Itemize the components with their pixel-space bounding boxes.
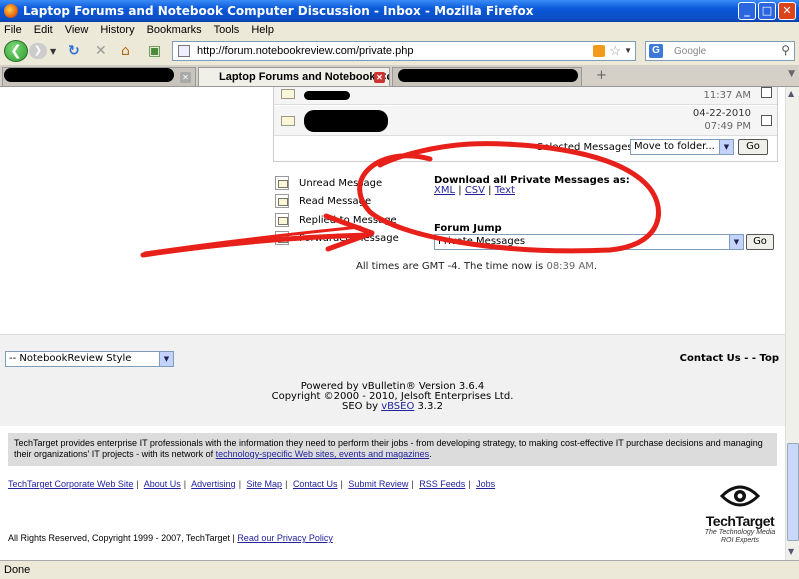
logo-tagline-2: ROI Experts bbox=[720, 537, 760, 544]
contact-us-link[interactable]: Contact Us bbox=[293, 479, 338, 489]
select-value: -- NotebookReview Style bbox=[9, 353, 132, 364]
techtarget-links: TechTarget Corporate Web Site | About Us |… bbox=[8, 479, 496, 489]
tab-bar: ✕ Laptop Forums and Notebook Co... ✕ + ▼ bbox=[0, 65, 799, 87]
submit-review-link[interactable]: Submit Review bbox=[348, 479, 408, 489]
corporate-site-link[interactable]: TechTarget Corporate Web Site bbox=[8, 479, 133, 489]
forum-footer: -- NotebookReview Style ▼ Contact Us - -… bbox=[0, 334, 785, 426]
menu-file[interactable]: File bbox=[4, 24, 22, 36]
tab-label: Laptop Forums and Notebook Co... bbox=[219, 71, 390, 83]
rss-feeds-link[interactable]: RSS Feeds bbox=[419, 479, 465, 489]
scroll-thumb[interactable] bbox=[787, 443, 799, 541]
home-icon[interactable]: ⌂ bbox=[121, 44, 130, 58]
minimize-button[interactable]: _ bbox=[738, 2, 756, 20]
search-box[interactable]: G Google ⚲ bbox=[645, 41, 795, 61]
menu-help[interactable]: Help bbox=[251, 24, 274, 36]
about-us-link[interactable]: About Us bbox=[144, 479, 181, 489]
logo-brand: TechTarget bbox=[705, 513, 775, 529]
copyright-text: All Rights Reserved, Copyright 1999 - 20… bbox=[8, 533, 235, 543]
firefox-logo-icon bbox=[4, 4, 18, 18]
logo-tagline-1: The Technology Media bbox=[704, 529, 776, 536]
eye-logo-icon bbox=[719, 485, 761, 507]
blurb-end: . bbox=[429, 449, 432, 459]
red-annotation-overlay bbox=[140, 141, 661, 258]
window-title: Laptop Forums and Notebook Computer Disc… bbox=[23, 4, 534, 18]
rss-feed-icon[interactable] bbox=[593, 45, 605, 57]
seo-prefix: SEO by bbox=[342, 401, 378, 412]
status-text: Done bbox=[4, 564, 31, 576]
addon-icon[interactable]: ▣ bbox=[148, 44, 161, 58]
menu-bookmarks[interactable]: Bookmarks bbox=[147, 24, 202, 36]
url-bar[interactable]: http://forum.notebookreview.com/private.… bbox=[172, 41, 636, 61]
tab-private-messages[interactable]: Laptop Forums and Notebook Co... ✕ bbox=[198, 67, 390, 86]
forward-button[interactable]: ❯ bbox=[29, 43, 47, 59]
seo-version: 3.3.2 bbox=[417, 401, 443, 412]
techtarget-blurb: TechTarget provides enterprise IT profes… bbox=[8, 433, 777, 466]
reload-icon[interactable]: ↻ bbox=[68, 44, 80, 58]
scroll-up-icon[interactable]: ▲ bbox=[788, 89, 794, 98]
menu-view[interactable]: View bbox=[65, 24, 89, 36]
site-map-link[interactable]: Site Map bbox=[247, 479, 283, 489]
history-dropdown-icon[interactable]: ▼ bbox=[50, 47, 56, 56]
circle-annotation bbox=[357, 141, 661, 254]
menu-tools[interactable]: Tools bbox=[214, 24, 240, 36]
vertical-scrollbar[interactable]: ▲ ▼ bbox=[785, 87, 799, 560]
jobs-link[interactable]: Jobs bbox=[476, 479, 495, 489]
search-icon[interactable]: ⚲ bbox=[781, 43, 790, 57]
tab-close-icon[interactable]: ✕ bbox=[180, 72, 191, 83]
chevron-down-icon[interactable]: ▼ bbox=[159, 352, 173, 366]
url-dropdown-icon[interactable]: ▼ bbox=[624, 46, 632, 55]
search-placeholder: Google bbox=[674, 46, 707, 57]
page-icon bbox=[178, 45, 190, 57]
network-link[interactable]: technology-specific Web sites, events an… bbox=[216, 449, 429, 459]
back-button[interactable]: ❮ bbox=[4, 40, 28, 62]
seo-line: SEO by vBSEO 3.3.2 bbox=[0, 402, 785, 412]
privacy-policy-link[interactable]: Read our Privacy Policy bbox=[237, 533, 333, 543]
bookmark-star-icon[interactable]: ☆ bbox=[609, 43, 621, 59]
window-titlebar: Laptop Forums and Notebook Computer Disc… bbox=[0, 0, 799, 22]
google-engine-icon[interactable]: G bbox=[649, 44, 663, 58]
vbseo-link[interactable]: vBSEO bbox=[381, 401, 414, 412]
new-tab-button[interactable]: + bbox=[596, 68, 607, 83]
redaction-mark bbox=[4, 68, 174, 82]
stop-icon[interactable]: ✕ bbox=[95, 44, 107, 58]
close-button[interactable]: ✕ bbox=[778, 2, 796, 20]
techtarget-logo: TechTarget The Technology Media ROI Expe… bbox=[700, 480, 780, 545]
contact-top-links[interactable]: Contact Us - - Top bbox=[680, 353, 779, 364]
url-text: http://forum.notebookreview.com/private.… bbox=[197, 45, 414, 57]
style-chooser-select[interactable]: -- NotebookReview Style ▼ bbox=[5, 351, 174, 367]
tab-scroll-icon[interactable]: ▼ bbox=[788, 69, 795, 79]
status-bar: Done bbox=[0, 560, 799, 579]
navigation-toolbar: ❮ ❯ ▼ ↻ ✕ ⌂ ▣ http://forum.notebookrevie… bbox=[0, 37, 799, 65]
menu-bar: File Edit View History Bookmarks Tools H… bbox=[0, 22, 799, 37]
arrow-head bbox=[323, 213, 375, 252]
tab-close-icon[interactable]: ✕ bbox=[374, 72, 385, 83]
advertising-link[interactable]: Advertising bbox=[191, 479, 236, 489]
window-controls: _ □ ✕ bbox=[738, 2, 796, 20]
scroll-down-icon[interactable]: ▼ bbox=[788, 547, 794, 556]
menu-edit[interactable]: Edit bbox=[34, 24, 53, 36]
maximize-button[interactable]: □ bbox=[758, 2, 776, 20]
page-content: 11:37 AM 04-22-2010 07:49 PM Selected Me… bbox=[0, 87, 785, 560]
redaction-mark bbox=[398, 69, 578, 82]
menu-history[interactable]: History bbox=[100, 24, 134, 36]
techtarget-copyright: All Rights Reserved, Copyright 1999 - 20… bbox=[8, 533, 333, 543]
